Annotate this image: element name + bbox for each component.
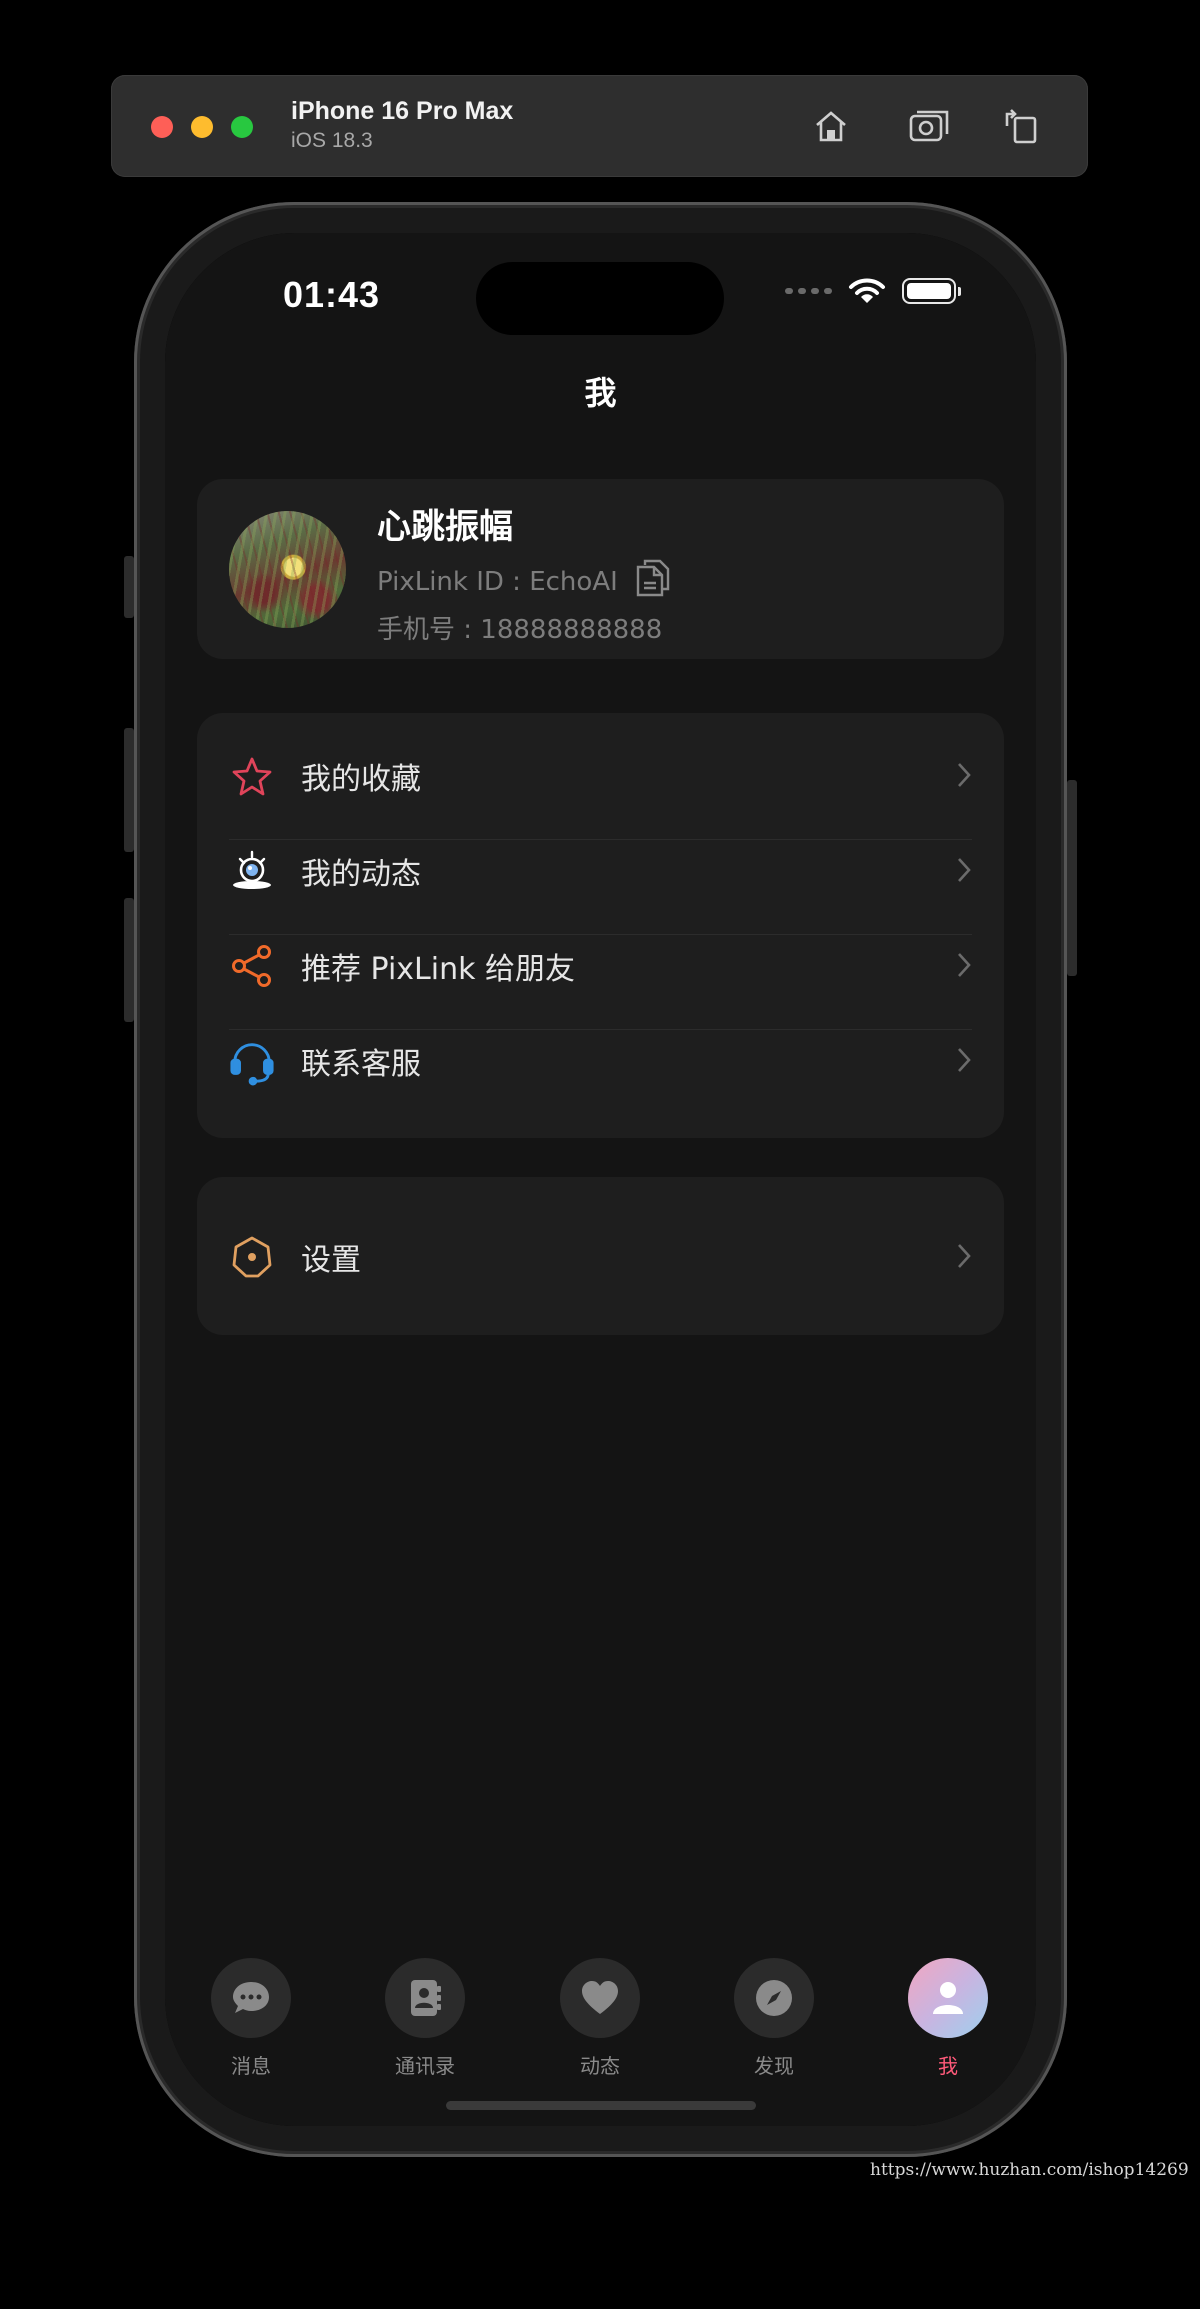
menu-item-label: 我的动态 <box>301 856 421 892</box>
chat-icon <box>211 1958 291 2038</box>
rotate-icon <box>1005 109 1037 144</box>
copy-icon <box>636 559 669 597</box>
tab-label: 我 <box>938 2054 958 2078</box>
tab-me[interactable]: 我 <box>888 1958 1008 2079</box>
tab-moments[interactable]: 动态 <box>540 1958 660 2079</box>
battery-icon <box>902 278 961 304</box>
zoom-window-button[interactable] <box>231 116 253 138</box>
settings-label: 设置 <box>301 1242 361 1278</box>
cellular-signal-icon <box>785 288 832 294</box>
contacts-icon <box>385 1958 465 2038</box>
share-icon <box>229 943 275 989</box>
tab-bar: 消息 通讯录 动态 发现 我 <box>165 1948 1036 2126</box>
compass-icon <box>734 1958 814 2038</box>
person-icon <box>908 1958 988 2038</box>
menu-item-label: 联系客服 <box>301 1046 421 1082</box>
tab-messages[interactable]: 消息 <box>191 1958 311 2079</box>
screenshot-button[interactable] <box>904 101 954 151</box>
volume-up-button <box>124 728 134 852</box>
screenshot-icon <box>909 110 949 142</box>
moments-icon <box>229 848 275 894</box>
chevron-right-icon <box>956 761 972 793</box>
tab-discover[interactable]: 发现 <box>714 1958 834 2079</box>
home-indicator[interactable] <box>446 2101 756 2110</box>
chevron-right-icon <box>956 1046 972 1078</box>
menu-item-label: 我的收藏 <box>301 761 421 797</box>
tab-label: 通讯录 <box>395 2054 455 2078</box>
settings-card: 设置 <box>197 1177 1004 1335</box>
menu-item-support[interactable]: 联系客服 <box>229 1013 972 1108</box>
volume-down-button <box>124 898 134 1022</box>
menu-item-share[interactable]: 推荐 PixLink 给朋友 <box>229 918 972 1013</box>
close-window-button[interactable] <box>151 116 173 138</box>
heart-icon <box>560 1958 640 2038</box>
tab-contacts[interactable]: 通讯录 <box>365 1958 485 2079</box>
home-icon <box>816 111 846 142</box>
tab-label: 动态 <box>580 2054 620 2078</box>
profile-phone: 手机号 : 18888888888 <box>377 615 663 645</box>
chevron-right-icon <box>956 1242 972 1274</box>
action-button <box>124 556 134 618</box>
profile-id: PixLink ID : EchoAI <box>377 566 618 597</box>
home-button[interactable] <box>806 101 856 151</box>
rotate-button[interactable] <box>996 101 1046 151</box>
chevron-right-icon <box>956 856 972 888</box>
settings-icon <box>229 1234 275 1280</box>
menu-item-favorites[interactable]: 我的收藏 <box>229 728 972 823</box>
tab-label: 发现 <box>754 2054 794 2078</box>
chevron-right-icon <box>956 951 972 983</box>
watermark-text: https://www.huzhan.com/ishop14269 <box>870 2160 1189 2180</box>
star-icon <box>229 753 275 799</box>
os-version: iOS 18.3 <box>291 129 373 152</box>
page-title: 我 <box>584 374 617 412</box>
device-name: iPhone 16 Pro Max <box>291 97 514 125</box>
power-button <box>1067 780 1077 976</box>
menu-item-label: 推荐 PixLink 给朋友 <box>301 951 576 987</box>
phone-screen: 01:43 我 心跳振幅 PixLink ID : EchoAI 手机号 : 1… <box>165 233 1036 2126</box>
dynamic-island <box>476 262 724 335</box>
menu-item-moments[interactable]: 我的动态 <box>229 823 972 918</box>
headset-icon <box>229 1038 275 1085</box>
status-time: 01:43 <box>283 274 381 315</box>
profile-id-row: PixLink ID : EchoAI <box>377 557 672 606</box>
profile-card[interactable]: 心跳振幅 PixLink ID : EchoAI 手机号 : 188888888… <box>197 479 1004 659</box>
status-icons <box>785 277 961 305</box>
simulator-toolbar: iPhone 16 Pro Max iOS 18.3 <box>111 75 1088 177</box>
avatar[interactable] <box>229 511 346 628</box>
menu-item-settings[interactable]: 设置 <box>229 1209 972 1304</box>
copy-id-button[interactable] <box>634 557 672 606</box>
menu-card: 我的收藏 我的动态 推荐 PixLink 给朋友 联系客服 <box>197 713 1004 1138</box>
tab-label: 消息 <box>231 2054 271 2078</box>
wifi-icon <box>849 278 885 303</box>
minimize-window-button[interactable] <box>191 116 213 138</box>
profile-name: 心跳振幅 <box>377 507 513 547</box>
